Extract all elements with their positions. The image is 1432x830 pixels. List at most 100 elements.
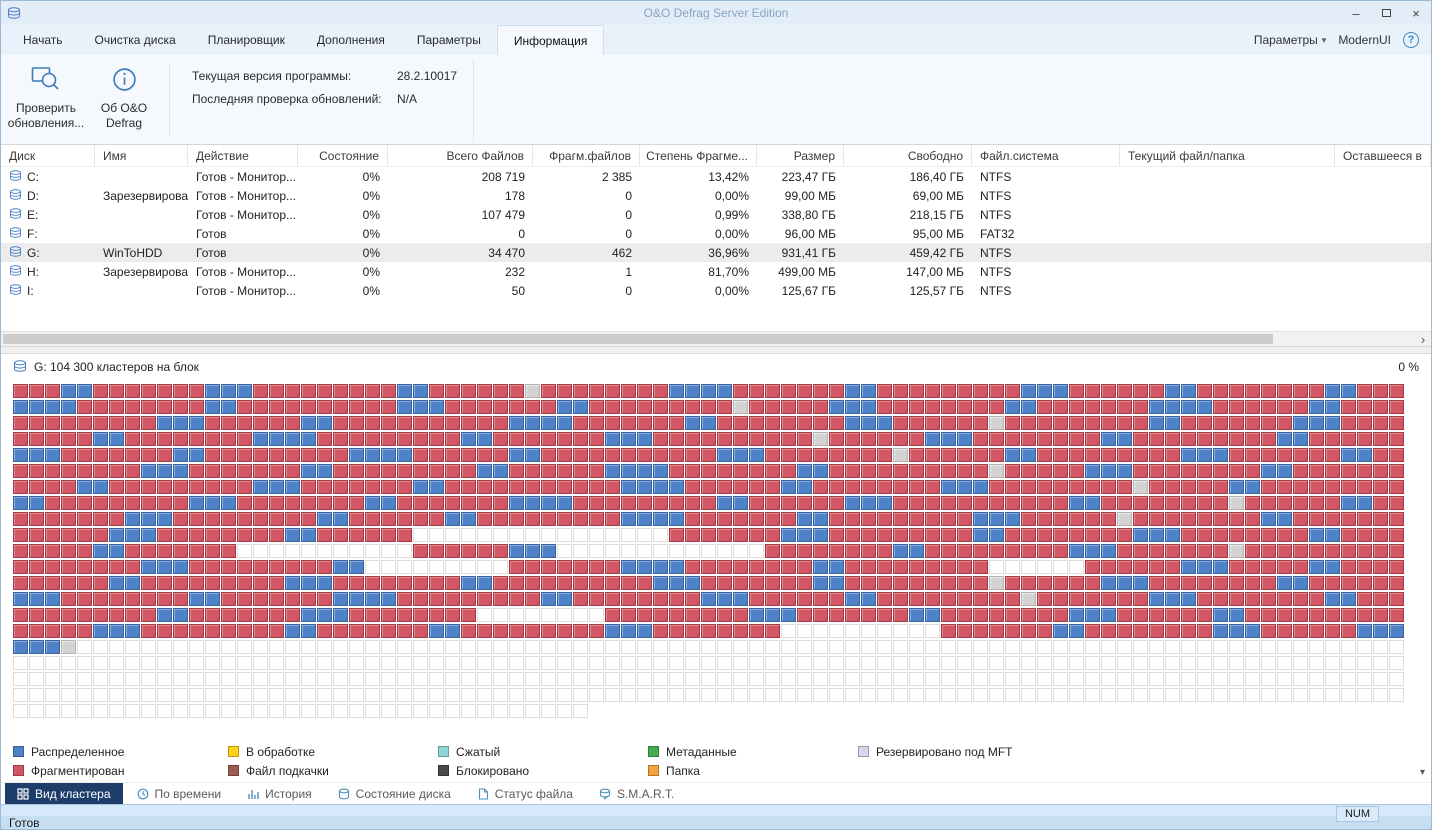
cluster-block[interactable] — [813, 544, 828, 558]
cluster-block[interactable] — [1277, 384, 1292, 398]
cluster-block[interactable] — [1165, 624, 1180, 638]
cluster-block[interactable] — [253, 544, 268, 558]
cluster-block[interactable] — [861, 688, 876, 702]
cluster-block[interactable] — [941, 592, 956, 606]
cluster-block[interactable] — [877, 592, 892, 606]
cluster-block[interactable] — [813, 512, 828, 526]
cluster-block[interactable] — [477, 400, 492, 414]
cluster-block[interactable] — [1005, 416, 1020, 430]
cluster-block[interactable] — [1165, 688, 1180, 702]
cluster-block[interactable] — [189, 576, 204, 590]
cluster-block[interactable] — [125, 464, 140, 478]
table-row[interactable]: G:WinToHDDГотов0%34 47046236,96%931,41 Г… — [1, 243, 1431, 262]
cluster-block[interactable] — [237, 512, 252, 526]
view-tab-5[interactable]: S.M.A.R.T. — [587, 783, 686, 804]
cluster-block[interactable] — [557, 704, 572, 718]
cluster-block[interactable] — [109, 464, 124, 478]
cluster-block[interactable] — [701, 688, 716, 702]
cluster-block[interactable] — [93, 640, 108, 654]
cluster-block[interactable] — [141, 400, 156, 414]
cluster-block[interactable] — [557, 624, 572, 638]
cluster-block[interactable] — [413, 640, 428, 654]
cluster-block[interactable] — [301, 528, 316, 542]
cluster-block[interactable] — [109, 576, 124, 590]
cluster-block[interactable] — [653, 688, 668, 702]
cluster-block[interactable] — [205, 640, 220, 654]
cluster-block[interactable] — [781, 656, 796, 670]
cluster-block[interactable] — [1325, 448, 1340, 462]
cluster-block[interactable] — [109, 432, 124, 446]
cluster-block[interactable] — [77, 576, 92, 590]
cluster-block[interactable] — [269, 608, 284, 622]
cluster-block[interactable] — [1005, 640, 1020, 654]
cluster-block[interactable] — [1197, 672, 1212, 686]
cluster-block[interactable] — [93, 464, 108, 478]
cluster-block[interactable] — [1341, 400, 1356, 414]
cluster-block[interactable] — [525, 560, 540, 574]
cluster-block[interactable] — [157, 640, 172, 654]
cluster-block[interactable] — [1165, 464, 1180, 478]
cluster-block[interactable] — [893, 608, 908, 622]
cluster-block[interactable] — [317, 496, 332, 510]
cluster-block[interactable] — [1133, 592, 1148, 606]
cluster-block[interactable] — [1037, 640, 1052, 654]
cluster-block[interactable] — [477, 480, 492, 494]
cluster-block[interactable] — [1277, 416, 1292, 430]
cluster-block[interactable] — [781, 432, 796, 446]
cluster-block[interactable] — [397, 544, 412, 558]
cluster-block[interactable] — [637, 688, 652, 702]
cluster-block[interactable] — [1389, 656, 1404, 670]
cluster-block[interactable] — [205, 400, 220, 414]
cluster-block[interactable] — [813, 448, 828, 462]
cluster-block[interactable] — [333, 560, 348, 574]
cluster-block[interactable] — [637, 608, 652, 622]
cluster-block[interactable] — [509, 496, 524, 510]
cluster-block[interactable] — [477, 512, 492, 526]
cluster-block[interactable] — [397, 384, 412, 398]
cluster-block[interactable] — [573, 416, 588, 430]
cluster-block[interactable] — [1181, 528, 1196, 542]
cluster-block[interactable] — [125, 512, 140, 526]
cluster-block[interactable] — [61, 416, 76, 430]
cluster-block[interactable] — [109, 528, 124, 542]
cluster-block[interactable] — [157, 624, 172, 638]
cluster-block[interactable] — [1245, 448, 1260, 462]
cluster-block[interactable] — [541, 560, 556, 574]
cluster-block[interactable] — [349, 560, 364, 574]
cluster-block[interactable] — [413, 592, 428, 606]
cluster-block[interactable] — [477, 448, 492, 462]
cluster-block[interactable] — [1165, 640, 1180, 654]
cluster-block[interactable] — [1181, 688, 1196, 702]
cluster-block[interactable] — [509, 672, 524, 686]
cluster-block[interactable] — [861, 416, 876, 430]
cluster-block[interactable] — [1309, 416, 1324, 430]
cluster-block[interactable] — [365, 672, 380, 686]
cluster-block[interactable] — [125, 704, 140, 718]
cluster-block[interactable] — [845, 432, 860, 446]
cluster-block[interactable] — [1293, 528, 1308, 542]
cluster-block[interactable] — [1037, 592, 1052, 606]
cluster-block[interactable] — [349, 496, 364, 510]
cluster-block[interactable] — [1357, 576, 1372, 590]
cluster-block[interactable] — [893, 544, 908, 558]
cluster-block[interactable] — [957, 576, 972, 590]
cluster-block[interactable] — [1053, 576, 1068, 590]
cluster-block[interactable] — [1133, 608, 1148, 622]
cluster-block[interactable] — [125, 528, 140, 542]
cluster-block[interactable] — [445, 400, 460, 414]
cluster-block[interactable] — [13, 688, 28, 702]
cluster-block[interactable] — [525, 672, 540, 686]
cluster-block[interactable] — [125, 576, 140, 590]
cluster-block[interactable] — [429, 432, 444, 446]
cluster-block[interactable] — [29, 592, 44, 606]
cluster-block[interactable] — [1085, 432, 1100, 446]
cluster-block[interactable] — [285, 480, 300, 494]
cluster-block[interactable] — [1277, 512, 1292, 526]
cluster-block[interactable] — [1357, 672, 1372, 686]
cluster-block[interactable] — [989, 512, 1004, 526]
cluster-block[interactable] — [1005, 496, 1020, 510]
cluster-block[interactable] — [429, 672, 444, 686]
cluster-block[interactable] — [701, 544, 716, 558]
cluster-block[interactable] — [1165, 496, 1180, 510]
cluster-block[interactable] — [45, 416, 60, 430]
